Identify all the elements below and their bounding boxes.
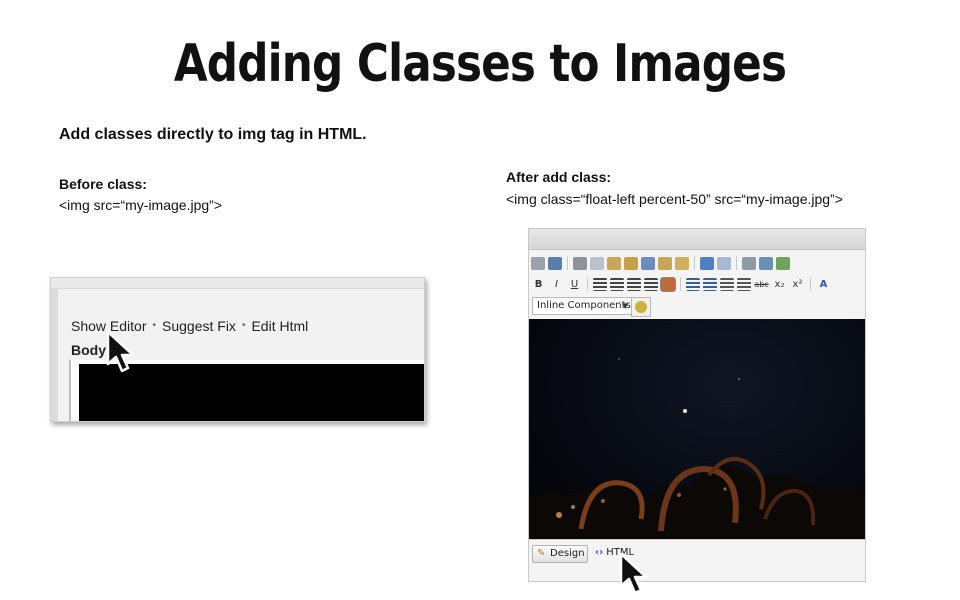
- align-center-icon[interactable]: [610, 277, 624, 291]
- align-right-icon[interactable]: [627, 277, 641, 291]
- paste-html-icon[interactable]: [658, 256, 672, 270]
- editor-mode-bar: ✎ Design ‹› HTML: [529, 539, 865, 581]
- after-screenshot: B I U abc x₂ x² A Inline Components ▼ ✎ …: [528, 228, 866, 582]
- toolbar-separator: [587, 277, 588, 291]
- slide-title: Adding Classes to Images: [173, 34, 787, 94]
- inline-components-label: Inline Components: [537, 300, 631, 311]
- bullet-list-icon[interactable]: [703, 277, 717, 291]
- underline-button[interactable]: U: [567, 277, 582, 292]
- intro-text: Add classes directly to img tag in HTML.: [59, 126, 367, 143]
- edit-html-link[interactable]: Edit Html: [251, 318, 308, 334]
- mouse-pointer-icon: [619, 552, 647, 595]
- subscript-button[interactable]: x₂: [772, 277, 787, 292]
- toolbar-row-2: B I U abc x₂ x² A: [531, 275, 831, 293]
- paste-text-icon[interactable]: [624, 256, 638, 270]
- paste-icon[interactable]: [607, 256, 621, 270]
- format-brush-icon[interactable]: [675, 256, 689, 270]
- suggest-fix-link[interactable]: Suggest Fix: [162, 318, 236, 334]
- justify-icon[interactable]: [644, 277, 658, 291]
- pencil-icon: ✎: [537, 548, 546, 559]
- redo-icon[interactable]: [717, 256, 731, 270]
- design-tab[interactable]: ✎ Design: [532, 545, 588, 563]
- screenshot-gutter: [51, 288, 58, 421]
- paste-word-icon[interactable]: [641, 256, 655, 270]
- before-class-code: <img src=“my-image.jpg”>: [59, 197, 222, 213]
- italic-button[interactable]: I: [549, 277, 564, 292]
- indent-icon[interactable]: [737, 277, 751, 291]
- editor-title-strip: [529, 229, 865, 250]
- image-icon[interactable]: [776, 256, 790, 270]
- toolbar-separator: [694, 256, 695, 270]
- cut-icon[interactable]: [573, 256, 587, 270]
- link-separator: •: [241, 320, 246, 331]
- toolbar-row-1: [531, 254, 790, 272]
- bold-button[interactable]: B: [531, 277, 546, 292]
- toolbar-separator: [736, 256, 737, 270]
- body-label: Body: [71, 342, 106, 358]
- insert-component-icon[interactable]: [631, 297, 651, 317]
- mouse-pointer-icon: [106, 330, 134, 373]
- anchor-icon[interactable]: [759, 256, 773, 270]
- strikethrough-button[interactable]: abc: [754, 277, 769, 292]
- after-class-label: After add class:: [506, 169, 612, 185]
- table-icon[interactable]: [660, 276, 676, 292]
- numbered-list-icon[interactable]: [686, 277, 700, 291]
- night-sculpture-image: [529, 358, 865, 539]
- inline-components-dropdown[interactable]: Inline Components ▼: [532, 297, 632, 315]
- after-class-code: <img class=“float-left percent-50” src=“…: [506, 191, 843, 207]
- screenshot-top-bar: [51, 278, 424, 289]
- toolbar-separator: [680, 277, 681, 291]
- toolbar-separator: [810, 277, 811, 291]
- print-icon[interactable]: [531, 256, 545, 270]
- code-brackets-icon: ‹›: [595, 547, 604, 558]
- superscript-button[interactable]: x²: [790, 277, 805, 292]
- undo-icon[interactable]: [700, 256, 714, 270]
- chevron-down-icon: ▼: [622, 302, 628, 310]
- toolbar-separator: [567, 256, 568, 270]
- link-icon[interactable]: [742, 256, 756, 270]
- outdent-icon[interactable]: [720, 277, 734, 291]
- design-tab-label: Design: [550, 548, 585, 559]
- link-separator: •: [152, 320, 156, 331]
- copy-icon[interactable]: [590, 256, 604, 270]
- align-left-icon[interactable]: [593, 277, 607, 291]
- editor-image-content[interactable]: [529, 319, 865, 539]
- before-class-label: Before class:: [59, 176, 147, 192]
- find-icon[interactable]: [548, 256, 562, 270]
- font-color-button[interactable]: A: [816, 277, 831, 292]
